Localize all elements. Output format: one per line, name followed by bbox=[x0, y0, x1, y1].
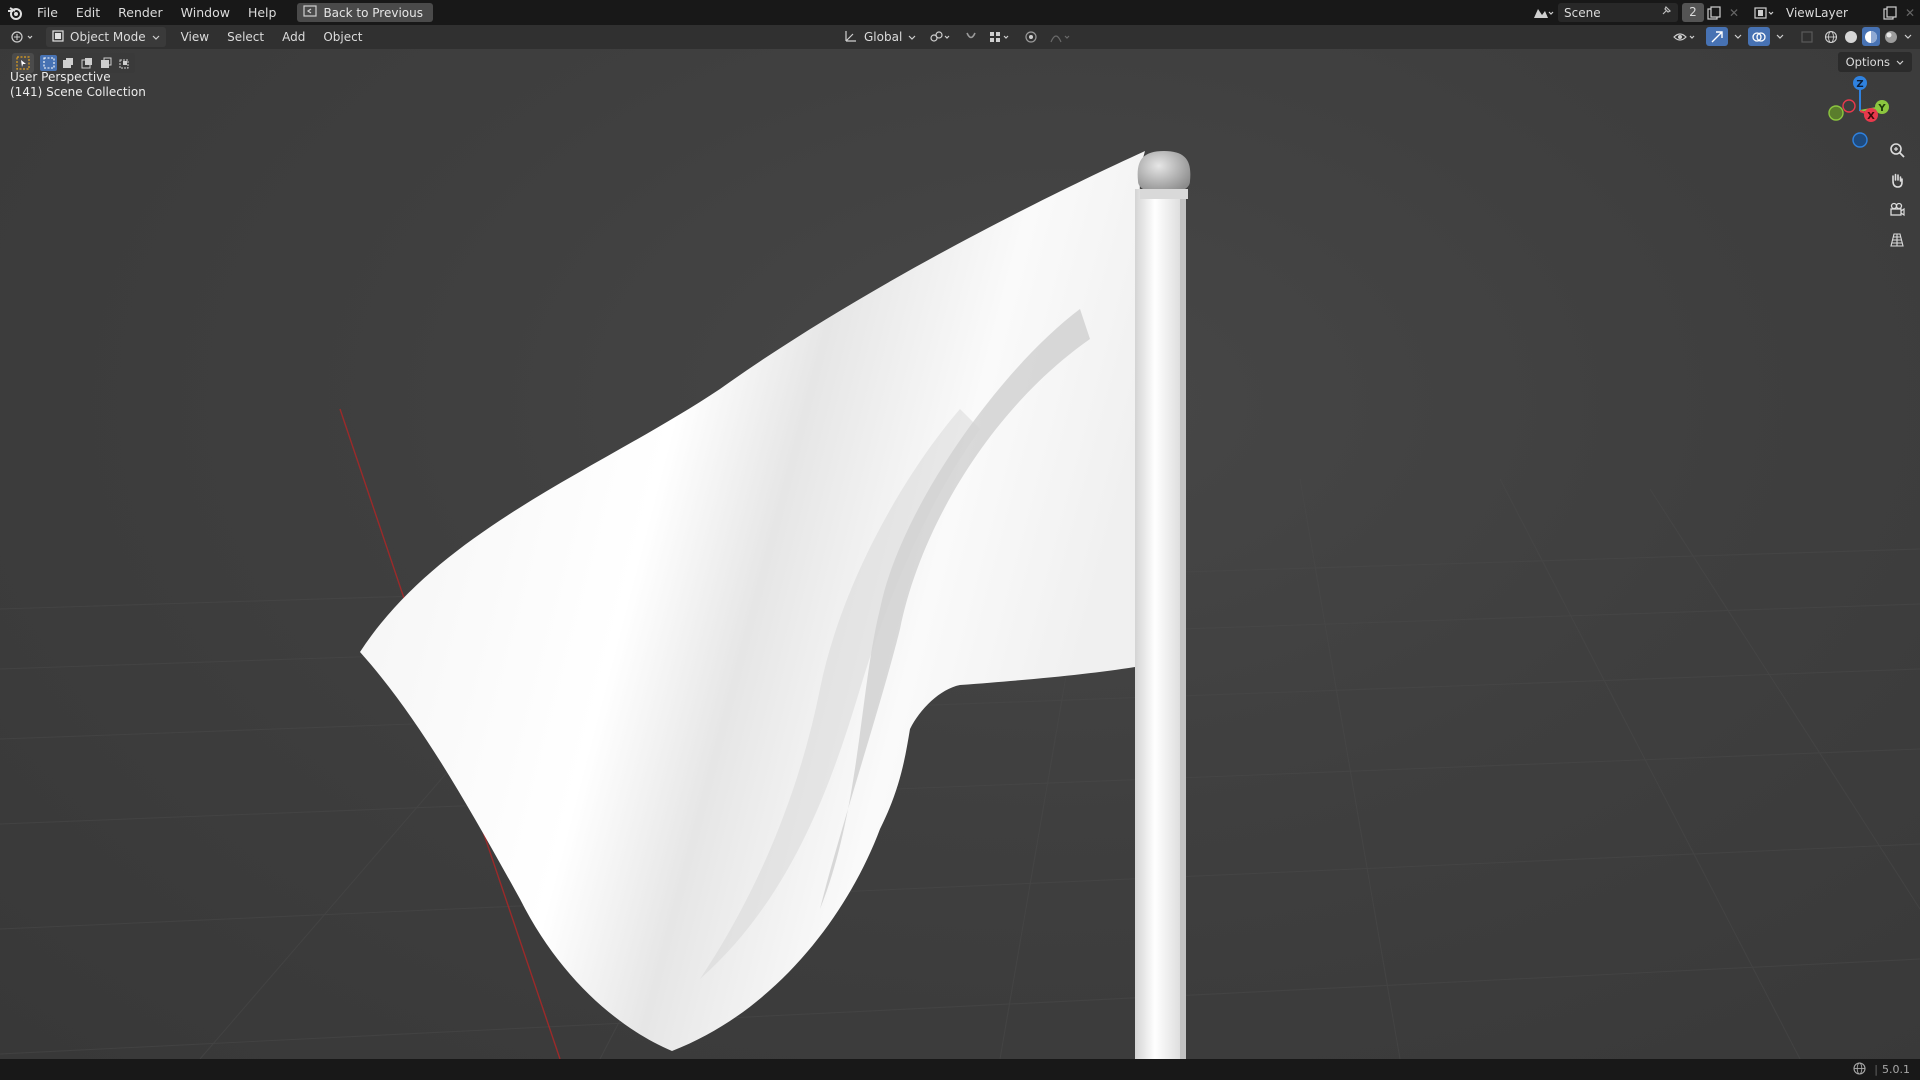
topbar-right: Scene 2 ✕ ViewLayer ✕ bbox=[1528, 0, 1920, 25]
back-to-previous-button[interactable]: Back to Previous bbox=[297, 3, 433, 22]
back-icon bbox=[303, 5, 318, 20]
zoom-icon[interactable] bbox=[1884, 137, 1910, 163]
gizmo-x-label: X bbox=[1867, 111, 1875, 122]
scene-users-count[interactable]: 2 bbox=[1682, 3, 1704, 22]
transform-orientation-label: Global bbox=[864, 30, 903, 44]
overlay-toggle-icon[interactable] bbox=[1748, 27, 1770, 46]
rendered-shading-icon[interactable] bbox=[1882, 27, 1900, 46]
status-bar: | 5.0.1 bbox=[0, 1059, 1920, 1080]
navigation-gizmo[interactable]: Z Y X bbox=[1820, 69, 1900, 149]
gizmo-neg-y bbox=[1828, 105, 1844, 121]
view-layer-name: ViewLayer bbox=[1786, 5, 1848, 20]
chevron-down-icon bbox=[908, 30, 916, 44]
duplicate-icon[interactable] bbox=[1704, 3, 1724, 22]
material-shading-icon[interactable] bbox=[1862, 27, 1880, 46]
close-scene-icon[interactable]: ✕ bbox=[1724, 3, 1744, 22]
object-mode-icon bbox=[52, 29, 64, 45]
gizmo-toggle-icon[interactable] bbox=[1706, 27, 1728, 46]
object-mode-label: Object Mode bbox=[70, 30, 146, 44]
editor-type-icon[interactable] bbox=[6, 28, 40, 47]
select-subtract-icon[interactable] bbox=[78, 55, 95, 71]
transform-orientation-dropdown[interactable]: Global bbox=[838, 27, 922, 47]
menu-object[interactable]: Object bbox=[314, 30, 371, 44]
wireframe-shading-icon[interactable] bbox=[1822, 27, 1840, 46]
pan-icon[interactable] bbox=[1884, 167, 1910, 193]
solid-shading-icon[interactable] bbox=[1842, 27, 1860, 46]
back-to-previous-label: Back to Previous bbox=[323, 5, 423, 20]
select-extend-icon[interactable] bbox=[59, 55, 76, 71]
menu-window[interactable]: Window bbox=[172, 0, 239, 25]
menu-view[interactable]: View bbox=[172, 30, 218, 44]
chevron-down-icon[interactable] bbox=[1774, 27, 1786, 46]
close-view-layer-icon[interactable]: ✕ bbox=[1900, 3, 1920, 22]
menu-help[interactable]: Help bbox=[239, 0, 286, 25]
blender-logo-icon[interactable] bbox=[2, 0, 28, 25]
gizmo-neg-z bbox=[1852, 132, 1868, 148]
scene-name: Scene bbox=[1564, 5, 1601, 20]
scene-selector[interactable]: Scene bbox=[1558, 3, 1678, 22]
gizmo-y-label: Y bbox=[1877, 103, 1886, 114]
camera-icon[interactable] bbox=[1884, 197, 1910, 223]
snap-target-icon[interactable] bbox=[986, 28, 1016, 47]
object-mode-dropdown[interactable]: Object Mode bbox=[46, 27, 166, 47]
chevron-down-icon[interactable] bbox=[1732, 27, 1744, 46]
falloff-icon[interactable] bbox=[1046, 28, 1076, 47]
center-tools: Global bbox=[838, 27, 1076, 47]
view-layer-selector[interactable]: ViewLayer bbox=[1780, 3, 1880, 22]
right-tools bbox=[1668, 27, 1914, 46]
new-view-layer-icon[interactable] bbox=[1880, 3, 1900, 22]
menu-file[interactable]: File bbox=[28, 0, 67, 25]
proportional-icon[interactable] bbox=[1020, 28, 1042, 47]
globe-icon bbox=[1853, 1061, 1866, 1078]
pivot-icon[interactable] bbox=[926, 28, 956, 47]
menu-select[interactable]: Select bbox=[218, 30, 273, 44]
scene-render bbox=[0, 151, 1920, 1059]
version-label: 5.0.1 bbox=[1882, 1063, 1910, 1076]
menu-edit[interactable]: Edit bbox=[67, 0, 109, 25]
3d-viewport[interactable]: User Perspective (141) Scene Collection … bbox=[0, 49, 1920, 1059]
grid-icon[interactable] bbox=[1884, 227, 1910, 253]
select-invert-icon[interactable] bbox=[97, 55, 114, 71]
menu-add[interactable]: Add bbox=[273, 30, 314, 44]
visibility-icon[interactable] bbox=[1668, 27, 1702, 46]
select-intersect-icon[interactable] bbox=[116, 55, 133, 71]
orientation-icon bbox=[844, 29, 858, 46]
chevron-down-icon bbox=[152, 30, 160, 44]
shading-modes bbox=[1822, 27, 1914, 46]
chevron-down-icon[interactable] bbox=[1902, 27, 1914, 46]
top-bar: File Edit Render Window Help Back to Pre… bbox=[0, 0, 1920, 25]
scene-icon[interactable] bbox=[1528, 3, 1558, 22]
view-layer-icon[interactable] bbox=[1750, 3, 1780, 22]
viewport-header: Object Mode View Select Add Object Globa… bbox=[0, 25, 1920, 49]
flag-pole bbox=[1135, 189, 1185, 1059]
gizmo-neg-x bbox=[1842, 99, 1856, 113]
snap-icon[interactable] bbox=[960, 28, 982, 47]
menu-render[interactable]: Render bbox=[109, 0, 172, 25]
pole-cap bbox=[1137, 151, 1191, 193]
perspective-label: User Perspective bbox=[10, 70, 111, 84]
gizmo-z-label: Z bbox=[1856, 79, 1863, 90]
pin-icon[interactable] bbox=[1660, 5, 1672, 20]
status-separator: | bbox=[1874, 1063, 1878, 1076]
xray-icon[interactable] bbox=[1796, 27, 1818, 46]
select-new-icon[interactable] bbox=[40, 55, 57, 71]
collection-label: (141) Scene Collection bbox=[10, 85, 146, 99]
